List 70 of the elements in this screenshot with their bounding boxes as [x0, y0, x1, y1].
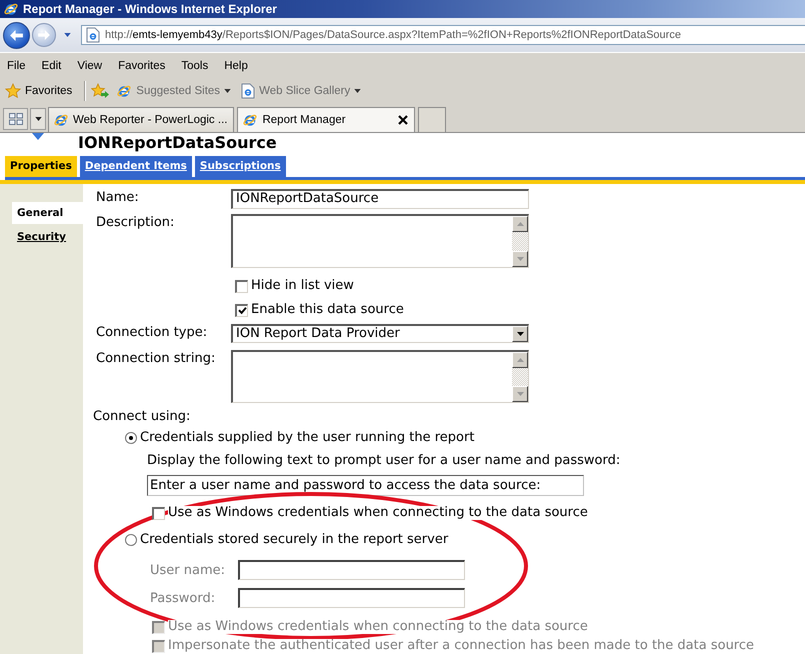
- tab-list-button[interactable]: [30, 108, 46, 130]
- down-arrow-icon: [516, 392, 524, 396]
- page-icon: [241, 83, 256, 99]
- caret-icon: [354, 89, 362, 93]
- up-arrow-icon: [516, 358, 524, 362]
- text-field[interactable]: [238, 560, 465, 580]
- quick-tabs-button[interactable]: [3, 108, 28, 130]
- scrollbar[interactable]: [512, 352, 528, 402]
- menu-item[interactable]: Tools: [181, 58, 208, 74]
- down-arrow-icon: [516, 257, 524, 261]
- window-title: Report Manager - Windows Internet Explorer: [23, 2, 277, 16]
- star-icon: [5, 83, 21, 99]
- checkbox[interactable]: [235, 304, 248, 316]
- field-label: Connection type:: [96, 324, 208, 342]
- favorites-button[interactable]: Favorites: [5, 83, 72, 99]
- right-arrow-icon: [38, 30, 50, 40]
- caret-icon: [224, 89, 232, 93]
- section-label: Connect using:: [93, 409, 192, 425]
- page-icon: [86, 27, 100, 43]
- menu-item[interactable]: File: [7, 58, 26, 74]
- caret-icon: [34, 117, 42, 121]
- browser-logo-icon: [53, 112, 69, 128]
- text-field[interactable]: [238, 588, 465, 608]
- textarea-field[interactable]: [231, 350, 529, 403]
- browser-logo-icon: [3, 1, 19, 17]
- page-heading: IONReportDataSource: [78, 133, 277, 153]
- side-nav-item[interactable]: Security: [17, 230, 66, 244]
- menu-item[interactable]: Help: [224, 58, 248, 74]
- close-icon[interactable]: [398, 115, 408, 125]
- menu-item[interactable]: Favorites: [118, 58, 166, 74]
- page-tab[interactable]: Properties: [5, 156, 77, 177]
- field-label: Password:: [150, 590, 216, 606]
- checkbox[interactable]: [152, 506, 165, 520]
- field-label: Connection string:: [96, 350, 216, 368]
- field-label: User name:: [150, 562, 226, 578]
- text-field[interactable]: IONReportDataSource: [231, 189, 529, 209]
- dropdown-field[interactable]: ION Report Data Provider: [231, 324, 529, 343]
- checkbox-label: Impersonate the authenticated user after a connection has been made to the data source: [168, 639, 754, 653]
- field-label: Name:: [96, 189, 140, 207]
- field-label: Description:: [96, 214, 176, 232]
- browser-tab[interactable]: Report Manager: [237, 107, 416, 132]
- menu-item[interactable]: Edit: [42, 58, 62, 74]
- page-tab[interactable]: Subscriptions: [194, 156, 286, 177]
- left-arrow-icon: [10, 30, 23, 40]
- browser-logo-icon: [242, 112, 258, 128]
- browser-tab[interactable]: Web Reporter - PowerLogic ...: [48, 107, 234, 132]
- text-field[interactable]: Enter a user name and password to access the data source:: [147, 475, 584, 496]
- prompt-text: Display the following text to prompt user for a user name and password:: [147, 453, 622, 469]
- address-field[interactable]: http://emts-lemyemb43y/Reports$ION/Pages/DataSource.aspx?ItemPath=%2fION+Reports%2fIONReportDataSource: [81, 25, 805, 45]
- caret-icon: [516, 332, 524, 336]
- page-tab[interactable]: Dependent Items: [80, 156, 192, 177]
- scrollbar[interactable]: [512, 216, 528, 267]
- radio-label: Credentials supplied by the user running the report: [140, 430, 474, 446]
- star-with-arrow-icon: [91, 83, 110, 99]
- side-nav-item[interactable]: General: [12, 202, 83, 224]
- triangle-icon: [32, 133, 44, 140]
- radio-button[interactable]: [125, 534, 137, 546]
- checkbox-label: Use as Windows credentials when connecting to the data source: [168, 620, 588, 634]
- checkbox[interactable]: [235, 280, 248, 292]
- radio-label: Credentials stored securely in the report server: [140, 532, 448, 548]
- menu-item[interactable]: View: [77, 58, 102, 74]
- grid-icon: [8, 113, 22, 125]
- dropdown-button[interactable]: [512, 326, 528, 342]
- browser-logo-icon: [116, 83, 132, 99]
- back-button[interactable]: [3, 22, 30, 48]
- caret-icon: [64, 33, 70, 37]
- radio-button[interactable]: [125, 432, 137, 444]
- checkbox-label: Use as Windows credentials when connecting to the data source: [168, 506, 588, 520]
- textarea-field[interactable]: [231, 214, 529, 268]
- up-arrow-icon: [516, 222, 524, 226]
